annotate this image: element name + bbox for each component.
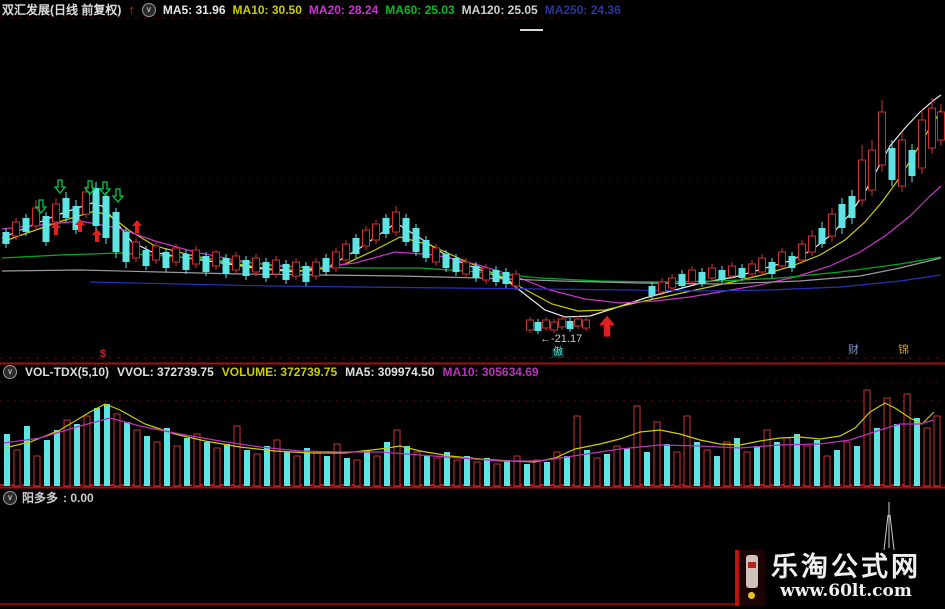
main-chart-header: 双汇发展(日线 前复权) ↑ ∨ MA5: 31.96 MA10: 30.50 … [2, 1, 621, 18]
indicator-value: : 0.00 [63, 490, 94, 505]
vol-ma10-value: MA10: 305634.69 [442, 365, 539, 379]
vol-ma5-value: MA5: 309974.50 [345, 365, 435, 379]
trend-up-arrow-icon: ↑ [128, 2, 135, 17]
chart-stamp-glyph: 财 [848, 344, 859, 356]
ma10-value: MA10: 30.50 [232, 2, 302, 17]
ma250-value: MA250: 24.36 [544, 2, 621, 17]
tdx-chart-window: 双汇发展(日线 前复权) ↑ ∨ MA5: 31.96 MA10: 30.50 … [0, 0, 945, 609]
dollar-marker-icon: $ [100, 348, 107, 360]
indicator-name: 阳多多 [22, 491, 59, 505]
ma60-value: MA60: 25.03 [385, 2, 455, 17]
vvol-value: VVOL: 372739.75 [117, 365, 214, 379]
chart-stamp-glyph: 傲 [552, 347, 564, 358]
volume-pane-header: ∨ VOL-TDX(5,10) VVOL: 372739.75 VOLUME: … [3, 365, 539, 379]
chart-canvas[interactable] [0, 0, 945, 609]
ma5-value: MA5: 31.96 [162, 2, 226, 17]
ma120-value: MA120: 25.05 [461, 2, 538, 17]
watermark-site-name: 乐淘公式网 [771, 552, 921, 583]
volume-indicator-name: VOL-TDX(5,10) [25, 365, 110, 379]
chevron-down-circle-icon[interactable]: ∨ [3, 365, 17, 379]
chevron-down-circle-icon[interactable]: ∨ [141, 2, 156, 17]
watermark-url: www.60lt.com [780, 580, 912, 601]
price-drop-annotation: ←-21.17 [540, 333, 583, 345]
watermark: 乐淘公式网 www.60lt.com [758, 553, 934, 600]
chart-stamp-glyph: 锦 [898, 344, 909, 356]
ma20-value: MA20: 28.24 [308, 2, 379, 17]
indicator-pane-header: ∨ 阳多多 : 0.00 [3, 489, 94, 506]
chevron-down-circle-icon[interactable]: ∨ [3, 490, 17, 505]
stock-title: 双汇发展(日线 前复权) [2, 3, 122, 17]
volume-value: VOLUME: 372739.75 [221, 365, 338, 379]
